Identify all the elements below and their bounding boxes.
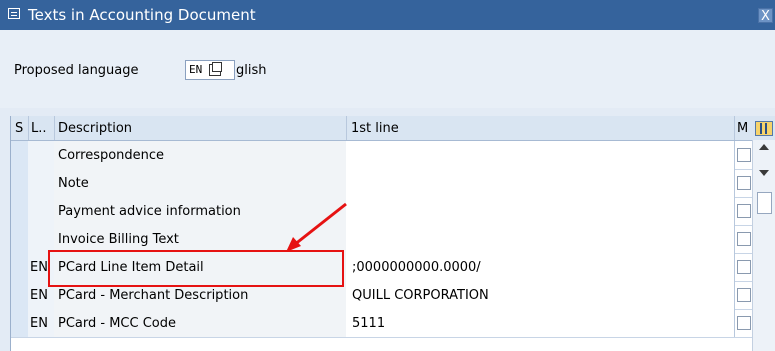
language-code-field[interactable]: EN: [185, 60, 235, 80]
row-description: PCard - Merchant Description: [58, 288, 249, 303]
scroll-down-icon[interactable]: [759, 170, 769, 176]
header-first-line[interactable]: 1st line: [351, 121, 399, 136]
vertical-scrollbar[interactable]: [752, 140, 775, 351]
dialog-icon: [8, 8, 20, 19]
row-description: PCard - MCC Code: [58, 316, 176, 331]
table-header: S L.. Description 1st line M: [11, 116, 775, 141]
row-language-cell: EN: [28, 309, 55, 337]
scroll-up-icon[interactable]: [759, 144, 769, 150]
scroll-thumb[interactable]: [757, 192, 772, 214]
table-settings-icon[interactable]: [755, 121, 773, 136]
row-selector[interactable]: [11, 281, 29, 309]
row-language-cell: [28, 225, 55, 253]
row-first-line: ;0000000000.0000/: [352, 260, 481, 275]
row-first-line-cell[interactable]: QUILL CORPORATION: [346, 281, 735, 309]
row-m-checkbox[interactable]: [737, 176, 751, 190]
row-first-line-cell[interactable]: [346, 141, 735, 169]
row-description: Correspondence: [58, 148, 165, 163]
row-language-cell: [28, 197, 55, 225]
dialog-titlebar: Texts in Accounting Document X: [0, 0, 775, 31]
row-description-cell: PCard - MCC Code: [54, 309, 347, 337]
annotation-arrow-icon: [286, 202, 347, 252]
row-description-cell: Note: [54, 169, 347, 197]
table-row[interactable]: Payment advice information: [11, 197, 775, 226]
row-selector[interactable]: [11, 141, 29, 169]
row-m-checkbox[interactable]: [737, 316, 751, 330]
language-section: Proposed language EN glish: [0, 30, 775, 108]
row-m-checkbox[interactable]: [737, 260, 751, 274]
row-language-cell: [28, 169, 55, 197]
row-first-line: 5111: [352, 316, 386, 331]
row-m-checkbox[interactable]: [737, 148, 751, 162]
close-button[interactable]: X: [758, 8, 773, 24]
value-help-icon[interactable]: [209, 62, 222, 76]
row-m-checkbox[interactable]: [737, 288, 751, 302]
row-first-line-cell[interactable]: [346, 197, 735, 225]
row-description-cell: Correspondence: [54, 141, 347, 169]
row-selector[interactable]: [11, 253, 29, 281]
table-row[interactable]: Note: [11, 169, 775, 198]
header-m[interactable]: M: [737, 121, 748, 136]
row-m-checkbox[interactable]: [737, 204, 751, 218]
row-first-line-cell[interactable]: [346, 225, 735, 253]
row-m-checkbox[interactable]: [737, 232, 751, 246]
language-name: glish: [236, 63, 267, 78]
texts-table: S L.. Description 1st line M Corresponde…: [10, 116, 775, 351]
language-code-value: EN: [189, 63, 203, 76]
row-selector[interactable]: [11, 169, 29, 197]
row-description: Payment advice information: [58, 204, 241, 219]
row-description: Note: [58, 176, 89, 191]
row-selector[interactable]: [11, 197, 29, 225]
row-first-line-cell[interactable]: 5111: [346, 309, 735, 337]
row-first-line-cell[interactable]: ;0000000000.0000/: [346, 253, 735, 281]
row-language-cell: [28, 141, 55, 169]
row-language: EN: [30, 288, 48, 303]
proposed-language-label: Proposed language: [14, 63, 139, 78]
row-selector[interactable]: [11, 309, 29, 337]
row-description: Invoice Billing Text: [58, 232, 179, 247]
row-language: EN: [30, 316, 48, 331]
dialog-title: Texts in Accounting Document: [28, 6, 256, 24]
header-selection[interactable]: S: [15, 121, 23, 136]
row-language: EN: [30, 260, 48, 275]
header-language[interactable]: L..: [31, 121, 47, 136]
row-first-line-cell[interactable]: [346, 169, 735, 197]
row-selector[interactable]: [11, 225, 29, 253]
row-first-line: QUILL CORPORATION: [352, 288, 489, 303]
header-description[interactable]: Description: [58, 121, 132, 136]
table-row[interactable]: EN PCard - MCC Code 5111: [11, 309, 775, 338]
table-row[interactable]: Correspondence: [11, 141, 775, 170]
